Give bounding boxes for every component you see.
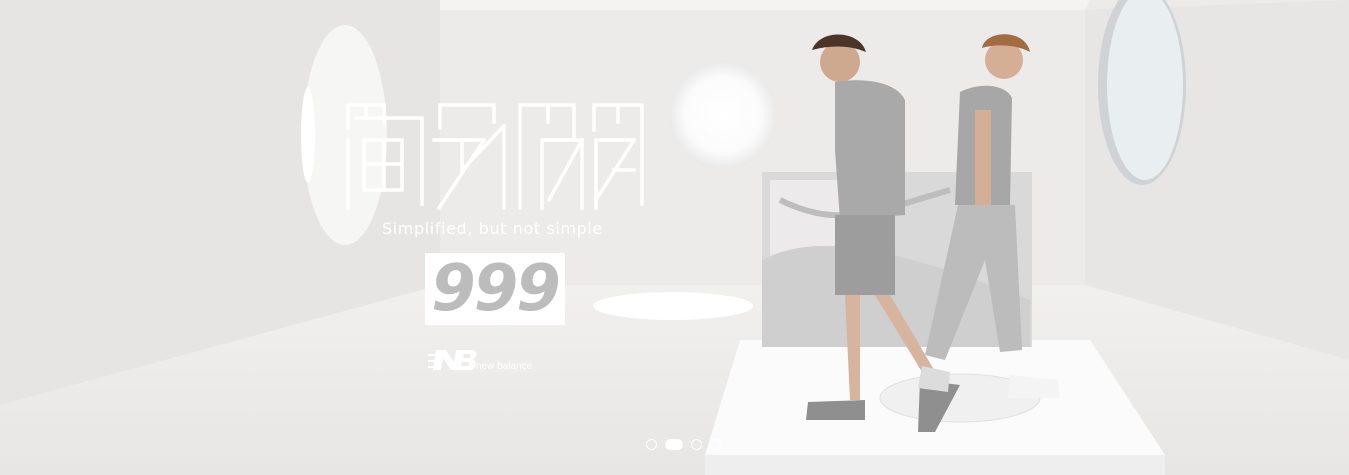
brand-name: new balance <box>476 361 533 372</box>
carousel-dot-1[interactable] <box>646 439 657 450</box>
banner-background-image <box>0 0 1349 475</box>
headline-calligraphy <box>346 103 644 210</box>
carousel-dot-3[interactable] <box>691 439 702 450</box>
carousel-dot-2[interactable] <box>665 439 683 450</box>
price-value: 999 <box>431 252 561 326</box>
new-balance-logo-icon <box>428 350 477 370</box>
carousel-dot-4[interactable] <box>710 439 721 450</box>
price-badge[interactable]: 999 <box>425 253 565 325</box>
banner-tagline: Simplified, but not simple <box>382 219 603 238</box>
hero-banner[interactable]: Simplified, but not simple 999 new balan… <box>0 0 1349 475</box>
brand-lockup[interactable]: new balance <box>428 346 532 374</box>
carousel-pagination <box>646 439 721 450</box>
